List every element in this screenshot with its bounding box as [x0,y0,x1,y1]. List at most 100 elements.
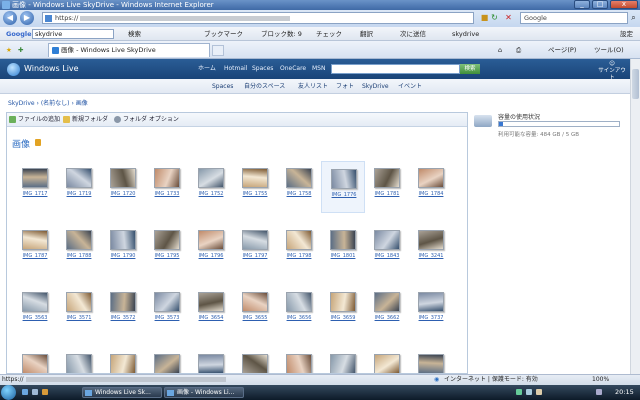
thumbnail-caption[interactable]: IMG_1788 [57,253,101,259]
file-thumbnail[interactable]: IMG_1781 [365,161,409,213]
thumbnail-caption[interactable]: IMG_3737 [409,315,453,321]
file-thumbnail[interactable]: IMG_3573 [145,285,189,337]
header-link-onecare[interactable]: OneCare [280,59,306,79]
breadcrumb-skydrive[interactable]: SkyDrive [8,100,35,107]
minimize-button[interactable]: _ [574,0,590,9]
thumbnail-caption[interactable]: IMG_1843 [365,253,409,259]
nav-events[interactable]: イベント [398,79,422,94]
thumbnail-caption[interactable]: IMG_1776 [322,192,366,198]
thumbnail-caption[interactable]: IMG_1801 [321,253,365,259]
nav-photos[interactable]: フォト [336,79,354,94]
home-icon[interactable]: ⌂ [498,41,502,59]
breadcrumb-unnamed[interactable]: (名前なし) [41,100,70,107]
nav-friends[interactable]: 友人リスト [298,79,328,94]
send-to-button[interactable]: 次に送信 [400,27,426,41]
thumbnail-caption[interactable]: IMG_1758 [277,191,321,197]
settings-button[interactable]: 設定 [620,27,633,41]
popup-blocked-button[interactable]: ブロック数: 9 [261,27,302,41]
file-thumbnail[interactable]: IMG_1801 [321,223,365,275]
header-link-msn[interactable]: MSN [312,59,325,79]
thumbnail-caption[interactable]: IMG_1784 [409,191,453,197]
tray-misc-icon[interactable] [596,389,602,395]
print-icon[interactable]: ⎙ [516,41,521,59]
thumbnail-caption[interactable]: IMG_3573 [145,315,189,321]
file-thumbnail[interactable]: IMG_3571 [57,285,101,337]
scrollbar-thumb[interactable] [632,69,639,99]
thumbnail-caption[interactable]: IMG_3563 [13,315,57,321]
file-thumbnail[interactable]: IMG_1788 [57,223,101,275]
forward-button[interactable]: ▶ [20,11,34,25]
nav-skydrive[interactable]: SkyDrive [362,79,389,94]
file-thumbnail[interactable]: IMG_3655 [233,285,277,337]
thumbnail-caption[interactable]: IMG_1795 [145,253,189,259]
file-thumbnail[interactable]: IMG_3563 [13,285,57,337]
google-search-button[interactable]: 検索 [128,27,141,41]
file-thumbnail[interactable]: IMG_1796 [189,223,233,275]
file-thumbnail[interactable]: IMG_1755 [233,161,277,213]
thumbnail-caption[interactable]: IMG_1797 [233,253,277,259]
tray-volume-icon[interactable] [526,389,532,395]
thumbnail-caption[interactable]: IMG_1798 [277,253,321,259]
add-files-button[interactable]: ファイルの追加 [9,113,60,127]
thumbnail-caption[interactable]: IMG_3241 [409,253,453,259]
thumbnail-caption[interactable]: IMG_3659 [321,315,365,321]
quicklaunch-desktop-icon[interactable] [32,389,38,395]
check-button[interactable]: チェック [316,27,342,41]
stop-icon[interactable]: ✕ [504,13,513,23]
live-search-button[interactable]: 検索 [460,64,480,74]
thumbnail-caption[interactable]: IMG_3655 [233,315,277,321]
taskbar-item-ie[interactable]: 画像 - Windows Li... [164,387,244,398]
security-zone[interactable]: インターネット | 保護モード: 有効 [444,375,538,385]
header-link-home[interactable]: ホーム [198,59,216,79]
windows-live-logo[interactable]: Windows Live [7,62,97,76]
thumbnail-caption[interactable]: IMG_3571 [57,315,101,321]
translate-button[interactable]: 翻訳 [360,27,373,41]
live-search-input[interactable] [331,64,460,74]
page-scrollbar[interactable] [630,59,640,374]
nav-my-space[interactable]: 自分のスペース [244,79,285,94]
new-folder-button[interactable]: 新規フォルダ [63,113,108,127]
thumbnail-caption[interactable]: IMG_1719 [57,191,101,197]
lock-icon[interactable]: ■ [480,13,489,23]
thumbnail-caption[interactable]: IMG_3654 [189,315,233,321]
file-thumbnail[interactable]: IMG_3662 [365,285,409,337]
favorites-star-icon[interactable]: ★ [6,41,12,59]
add-favorite-icon[interactable]: ✚ [18,41,23,59]
file-thumbnail[interactable]: IMG_1776 [321,161,365,213]
thumbnail-caption[interactable]: IMG_1720 [101,191,145,197]
file-thumbnail[interactable]: IMG_3654 [189,285,233,337]
file-thumbnail[interactable]: IMG_1719 [57,161,101,213]
file-thumbnail[interactable]: IMG_1790 [101,223,145,275]
thumbnail-caption[interactable]: IMG_3662 [365,315,409,321]
url-field[interactable]: https:// [42,12,474,24]
google-search-input[interactable]: skydrive [32,29,114,39]
thumbnail-caption[interactable]: IMG_1790 [101,253,145,259]
file-thumbnail[interactable] [277,347,321,373]
thumbnail-caption[interactable]: IMG_3572 [101,315,145,321]
file-thumbnail[interactable]: IMG_1720 [101,161,145,213]
file-thumbnail[interactable]: IMG_3737 [409,285,453,337]
tray-network-icon[interactable] [516,389,522,395]
file-thumbnail[interactable] [409,347,453,373]
taskbar-item-live[interactable]: Windows Live Sk... [82,387,162,398]
file-thumbnail[interactable]: IMG_1787 [13,223,57,275]
close-button[interactable]: x [610,0,638,9]
file-thumbnail[interactable]: IMG_3241 [409,223,453,275]
tab-skydrive[interactable]: 画像 - Windows Live SkyDrive [48,43,210,57]
quicklaunch-folder-icon[interactable] [42,389,48,395]
file-thumbnail[interactable]: IMG_1758 [277,161,321,213]
thumbnail-caption[interactable]: IMG_1796 [189,253,233,259]
file-thumbnail[interactable]: IMG_1717 [13,161,57,213]
thumbnail-caption[interactable]: IMG_1752 [189,191,233,197]
nav-spaces[interactable]: Spaces [212,79,233,94]
file-thumbnail[interactable] [321,347,365,373]
file-thumbnail[interactable] [57,347,101,373]
tray-app-icon[interactable] [536,389,542,395]
file-thumbnail[interactable] [13,347,57,373]
file-thumbnail[interactable]: IMG_3656 [277,285,321,337]
refresh-icon[interactable]: ↻ [490,13,499,23]
file-thumbnail[interactable] [233,347,277,373]
search-input[interactable]: Google [520,12,628,24]
folder-options-button[interactable]: フォルダ オプション [114,113,179,127]
file-thumbnail[interactable]: IMG_3659 [321,285,365,337]
